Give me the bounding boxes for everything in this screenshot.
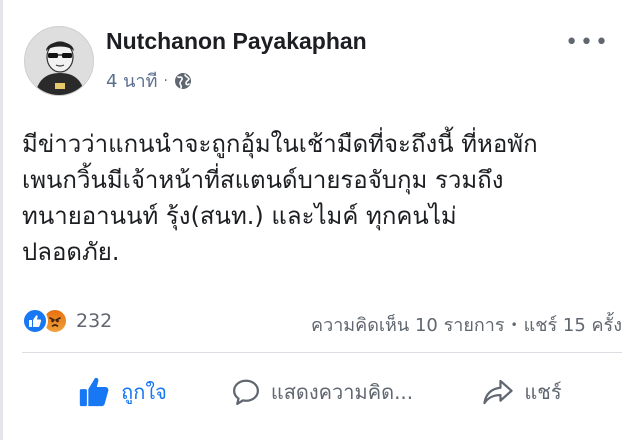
globe-icon[interactable] xyxy=(174,72,192,90)
share-arrow-icon xyxy=(483,379,514,405)
comment-count[interactable]: ความคิดเห็น 10 รายการ xyxy=(311,310,505,339)
post-text-line: ทนายอานนท์ รุ้ง(สนท.) และไมค์ ทุกคนไม่ xyxy=(22,202,457,230)
post-text-line: ปลอดภัย. xyxy=(22,238,120,266)
avatar[interactable] xyxy=(24,26,94,96)
share-count[interactable]: แชร์ 15 ครั้ง xyxy=(524,310,622,339)
meta-separator: · xyxy=(163,72,168,89)
like-button[interactable]: ถูกใจ xyxy=(22,370,222,414)
more-options-button[interactable]: ••• xyxy=(565,32,610,54)
post-time[interactable]: 4 นาที xyxy=(106,66,157,95)
engagement-counts: ความคิดเห็น 10 รายการ • แชร์ 15 ครั้ง xyxy=(311,310,622,339)
post-header: Nutchanon Payakaphan 4 นาที · ••• xyxy=(24,26,624,96)
left-edge-border xyxy=(0,0,3,440)
post-body: มีข่าวว่าแกนนำจะถูกอุ้มในเช้ามืดที่จะถึง… xyxy=(22,126,622,270)
stats-separator: • xyxy=(510,317,518,332)
post-text-line: เพนกวิ้นมีเจ้าหน้าที่สแตนด์บายรอจับกุม ร… xyxy=(22,166,504,194)
author-name[interactable]: Nutchanon Payakaphan xyxy=(106,28,367,55)
share-label: แชร์ xyxy=(524,380,562,404)
like-label: ถูกใจ xyxy=(121,380,167,404)
divider xyxy=(22,352,622,353)
comment-button[interactable]: แสดงความคิด... xyxy=(222,370,422,414)
thumbs-up-icon xyxy=(79,377,109,407)
post-stats: 232 ความคิดเห็น 10 รายการ • แชร์ 15 ครั้… xyxy=(22,308,622,338)
reactions-summary[interactable]: 232 xyxy=(22,308,112,334)
comment-label: แสดงความคิด... xyxy=(270,380,414,404)
avatar-illustration xyxy=(25,27,93,95)
comment-icon xyxy=(232,379,259,405)
share-button[interactable]: แชร์ xyxy=(422,370,622,414)
post-text-line: มีข่าวว่าแกนนำจะถูกอุ้มในเช้ามืดที่จะถึง… xyxy=(22,130,538,158)
like-icon xyxy=(22,308,48,334)
post-meta: 4 นาที · xyxy=(106,66,192,95)
post-actions: ถูกใจ แสดงความคิด... แชร์ xyxy=(22,370,622,414)
reaction-count: 232 xyxy=(76,310,113,332)
